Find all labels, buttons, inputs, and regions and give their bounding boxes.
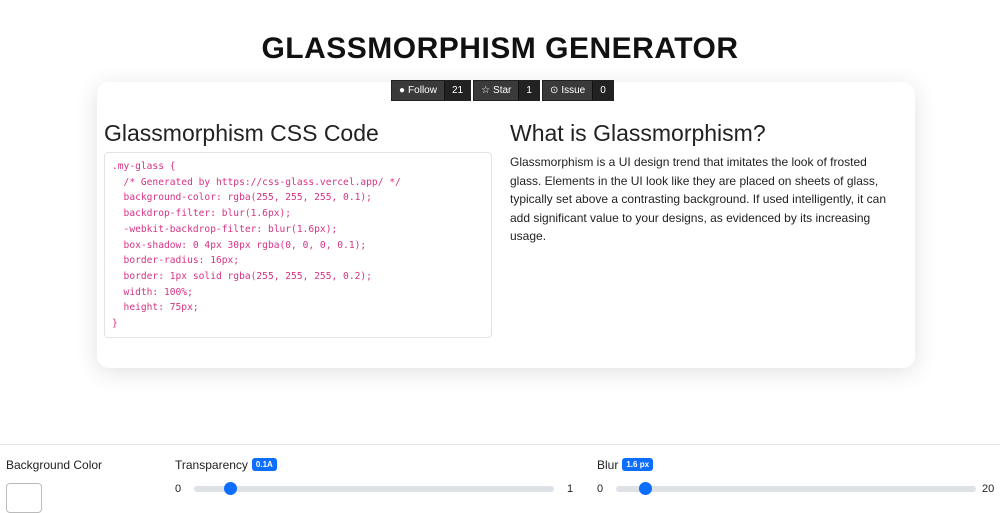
issue-count: 0	[592, 81, 613, 100]
blur-thumb[interactable]	[638, 482, 652, 495]
transparency-slider[interactable]	[194, 482, 554, 495]
page-title: GLASSMORPHISM GENERATOR	[261, 32, 739, 65]
transparency-thumb[interactable]	[224, 482, 237, 495]
follow-count: 21	[443, 81, 471, 100]
issue-label: Issue	[561, 85, 586, 96]
controls-panel: Background Color Transparency 0.1A 0 1 Bl…	[0, 444, 1000, 513]
github-icon: ●	[399, 85, 406, 96]
issue-icon: ⊙	[549, 85, 559, 96]
blur-max: 20	[982, 483, 995, 495]
blur-badge: 1.6 px	[622, 458, 654, 471]
star-count: 1	[518, 81, 539, 100]
star-label: Star	[493, 85, 512, 96]
transparency-label-text: Transparency	[175, 458, 248, 472]
bg-color-label: Background Color	[6, 458, 103, 472]
follow-button[interactable]: ● Follow 21	[391, 80, 472, 101]
blur-label-text: Blur	[597, 458, 619, 472]
info-text: Glassmorphism is a UI design trend that …	[510, 155, 886, 243]
transparency-max: 1	[567, 483, 574, 495]
info-heading: What is Glassmorphism?	[510, 120, 766, 146]
follow-label: Follow	[408, 85, 437, 96]
transparency-min: 0	[175, 483, 182, 495]
star-icon: ☆	[481, 85, 491, 96]
blur-label: Blur 1.6 px	[597, 458, 654, 472]
blur-slider[interactable]	[616, 482, 976, 495]
blur-min: 0	[597, 483, 604, 495]
bg-color-picker[interactable]	[6, 483, 42, 513]
transparency-badge: 0.1A	[251, 458, 277, 471]
transparency-label: Transparency 0.1A	[175, 458, 277, 472]
github-buttons: ● Follow 21 ☆ Star 1 ⊙ Issue 0	[391, 80, 614, 101]
issue-button[interactable]: ⊙ Issue 0	[541, 80, 614, 101]
css-code-block[interactable]: .my-glass { /* Generated by https://css-…	[104, 152, 492, 338]
star-button[interactable]: ☆ Star 1	[473, 80, 540, 101]
code-heading: Glassmorphism CSS Code	[104, 120, 379, 146]
